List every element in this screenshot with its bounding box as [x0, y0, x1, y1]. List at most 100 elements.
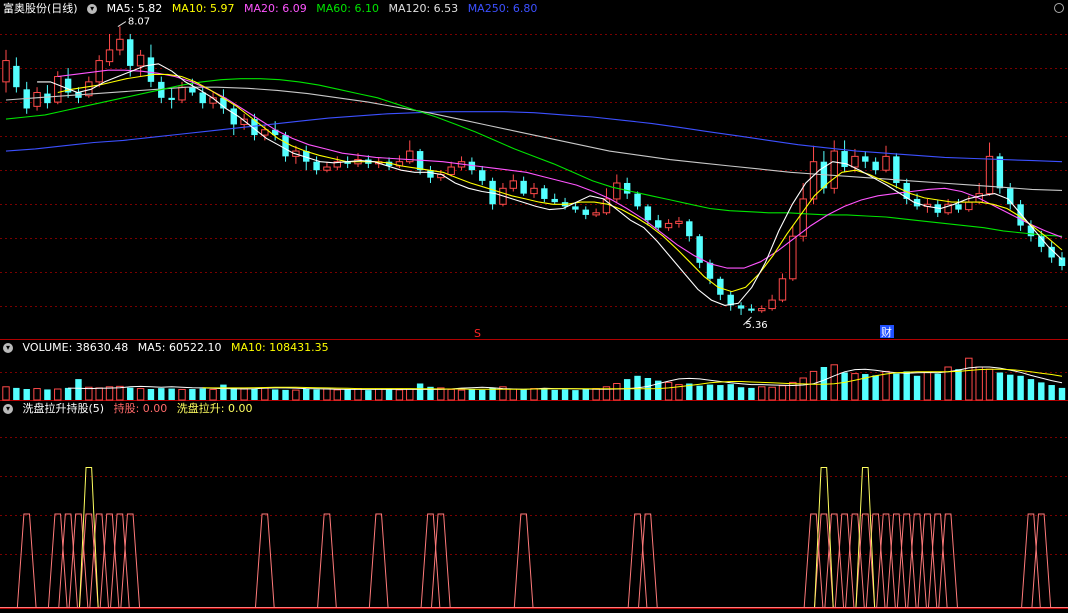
candle-body — [479, 170, 486, 181]
volume-bar — [395, 389, 404, 401]
candle-body — [541, 188, 548, 199]
volume-bar — [282, 389, 289, 400]
indicator-rise: 洗盘拉升: 0.00 — [176, 402, 253, 415]
volume-bar — [240, 388, 248, 401]
volume-bar — [768, 386, 776, 401]
volume-bar — [830, 364, 838, 401]
hold-signal-line — [16, 513, 37, 608]
volume-bar — [105, 386, 114, 401]
volume-bar — [841, 372, 848, 400]
volume-bar — [313, 389, 320, 400]
volume-bar — [799, 377, 807, 401]
volume-legend: ▾ VOLUME: 38630.48 MA5: 60522.10 MA10: 1… — [3, 341, 335, 355]
candle-body — [13, 65, 20, 88]
candle-body — [520, 180, 527, 194]
volume-bar — [261, 387, 269, 401]
legend-ma120: MA120: 6.53 — [388, 2, 459, 15]
volume-bar — [592, 388, 600, 401]
volume-bar — [820, 367, 828, 400]
price-chart[interactable]: 8.07 5.36 S 财 — [0, 0, 1068, 613]
volume-bar — [975, 366, 983, 401]
candle-body — [664, 222, 673, 229]
collapse-icon[interactable]: ▾ — [87, 4, 98, 14]
candle-body — [893, 156, 900, 183]
volume-bar — [1027, 379, 1035, 400]
volume-bar — [934, 373, 941, 400]
volume-bar — [1048, 385, 1055, 400]
volume-bar — [13, 387, 20, 400]
volume-bar — [354, 388, 362, 401]
volume-bar — [1007, 374, 1014, 400]
volume-bar — [406, 388, 414, 401]
volume-bar — [809, 370, 818, 401]
candle-body — [572, 206, 579, 210]
window-control-icon[interactable] — [1054, 3, 1064, 13]
volume-bar — [292, 389, 300, 401]
candle-body — [592, 212, 600, 216]
candle-body — [862, 156, 869, 162]
volume-bar — [851, 373, 859, 401]
candle-body — [323, 166, 331, 171]
volume-bar — [303, 389, 310, 400]
candle-body — [768, 299, 776, 310]
candle-body — [644, 206, 652, 221]
candle-body — [127, 39, 134, 66]
volume-bar — [64, 387, 72, 400]
candle-body — [54, 76, 62, 103]
high-label: 8.07 — [128, 17, 150, 28]
volume-bar — [33, 388, 41, 401]
volume-bar — [457, 389, 466, 401]
volume-bar — [696, 385, 703, 400]
candle-body — [996, 156, 1004, 189]
volume-bar — [416, 383, 424, 400]
volume-bar — [333, 389, 342, 401]
candle-body — [2, 60, 10, 83]
volume-bar — [54, 388, 62, 401]
candle-body — [447, 166, 455, 175]
volume-bar — [95, 387, 103, 401]
volume-bar — [541, 389, 548, 400]
candle-body — [509, 180, 518, 189]
candle-body — [955, 204, 962, 210]
candle-body — [189, 87, 196, 93]
candle-body — [675, 220, 683, 224]
candle-body — [778, 278, 787, 301]
legend-ma250: MA250: 6.80 — [467, 2, 538, 15]
candle-body — [116, 38, 124, 51]
collapse-icon[interactable]: ▾ — [3, 404, 13, 414]
volume-bar — [913, 375, 921, 400]
candle-body — [530, 187, 538, 195]
candle-body — [634, 193, 641, 207]
volume-bar — [509, 388, 518, 401]
volume-bar — [893, 373, 900, 400]
volume-bar — [737, 387, 745, 400]
volume-title: VOLUME: 38630.48 — [22, 341, 129, 354]
volume-bar — [116, 385, 124, 401]
volume-bar — [955, 369, 962, 400]
volume-bar — [220, 384, 227, 400]
candle-body — [706, 262, 714, 279]
volume-bar — [178, 388, 186, 401]
candle-body — [851, 155, 859, 168]
candle-body — [809, 161, 818, 200]
volume-bar — [882, 370, 890, 401]
low-label: 5.36 — [745, 320, 767, 331]
candle-body — [789, 235, 797, 280]
rise-signal-line — [814, 467, 834, 608]
event-marker-s: S — [474, 327, 481, 340]
volume-bar — [985, 368, 994, 401]
candle-body — [105, 49, 114, 63]
collapse-icon[interactable]: ▾ — [3, 343, 13, 353]
volume-bar — [727, 384, 734, 400]
hold-signal-line — [255, 513, 275, 608]
candle-body — [282, 135, 289, 157]
rise-signal-line — [79, 467, 99, 608]
volume-bar — [1038, 382, 1045, 400]
volume-bar — [520, 389, 527, 400]
volume-bar — [748, 387, 755, 400]
candle-body — [758, 308, 766, 312]
indicator-title: 洗盘拉升持股(5) — [22, 402, 105, 415]
ma120-line — [5, 86, 1063, 191]
volume-bar — [551, 389, 558, 400]
volume-bar — [1058, 387, 1066, 400]
